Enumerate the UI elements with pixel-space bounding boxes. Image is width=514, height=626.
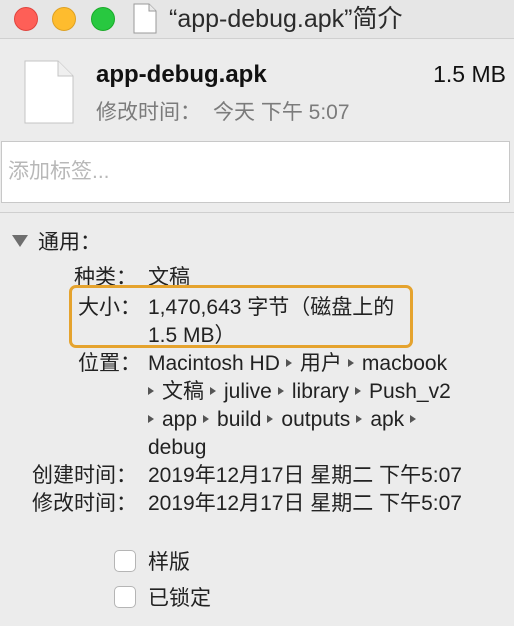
path-segment: debug (148, 436, 207, 459)
size-value-line2: 1.5 MB） (148, 324, 236, 347)
header-modified-label: 修改时间： (96, 101, 201, 124)
path-chevron-icon (203, 415, 210, 423)
path-segment: 用户 (299, 352, 342, 375)
close-button[interactable] (14, 7, 38, 31)
document-icon (133, 3, 157, 34)
created-value: 2019年12月17日 星期二 下午5:07 (148, 464, 462, 487)
where-label: 位置： (78, 352, 141, 375)
tags-input[interactable] (1, 141, 510, 203)
path-chevron-icon (410, 415, 417, 423)
path-chevron-icon (277, 387, 284, 395)
stationery-label: 样版 (148, 551, 190, 574)
header-modified: 修改时间： 今天 下午 5:07 (96, 96, 350, 126)
path-chevron-icon (355, 387, 362, 395)
file-name: app-debug.apk (96, 61, 267, 88)
where-path: Macintosh HD 用户 macbook 文稿 julive library Pus… (148, 350, 498, 462)
path-chevron-icon (347, 359, 354, 367)
stationery-option[interactable]: 样版 (114, 546, 190, 576)
zoom-button[interactable] (91, 7, 115, 31)
path-segment: build (217, 408, 262, 431)
path-segment: julive (224, 380, 272, 403)
path-segment: library (291, 380, 350, 403)
path-segment: app (162, 408, 198, 431)
path-segment: outputs (281, 408, 351, 431)
path-segment: Push_v2 (369, 380, 451, 403)
modified-label: 修改时间： (32, 492, 137, 515)
path-segment: apk (370, 408, 405, 431)
path-chevron-icon (148, 415, 154, 423)
header-modified-value: 今天 下午 5:07 (213, 101, 350, 124)
general-section-toggle[interactable]: 通用： (12, 226, 101, 256)
locked-checkbox[interactable] (114, 586, 136, 608)
path-segment: 文稿 (162, 380, 204, 403)
locked-option[interactable]: 已锁定 (114, 582, 211, 612)
divider (0, 212, 514, 213)
stationery-checkbox[interactable] (114, 550, 136, 572)
path-chevron-icon (210, 387, 216, 395)
path-segment: macbook (361, 352, 448, 375)
path-chevron-icon (356, 415, 363, 423)
path-segment: Macintosh HD (148, 352, 280, 375)
path-chevron-icon (148, 387, 154, 395)
file-icon (24, 60, 74, 124)
path-chevron-icon (267, 415, 274, 423)
disclosure-triangle-icon[interactable] (12, 235, 28, 247)
minimize-button[interactable] (52, 7, 76, 31)
general-section-title: 通用： (38, 231, 101, 254)
window-title: “app-debug.apk”简介 (169, 5, 403, 33)
title-bar: “app-debug.apk”简介 (0, 0, 514, 39)
path-chevron-icon (285, 359, 292, 367)
modified-value: 2019年12月17日 星期二 下午5:07 (148, 492, 462, 515)
created-label: 创建时间： (32, 464, 137, 487)
size-value-line1: 1,470,643 字节（磁盘上的 (148, 296, 395, 319)
locked-label: 已锁定 (148, 587, 211, 610)
size-label: 大小： (78, 296, 141, 319)
file-header: app-debug.apk 1.5 MB 修改时间： 今天 下午 5:07 (0, 39, 514, 139)
file-size: 1.5 MB (433, 61, 506, 87)
